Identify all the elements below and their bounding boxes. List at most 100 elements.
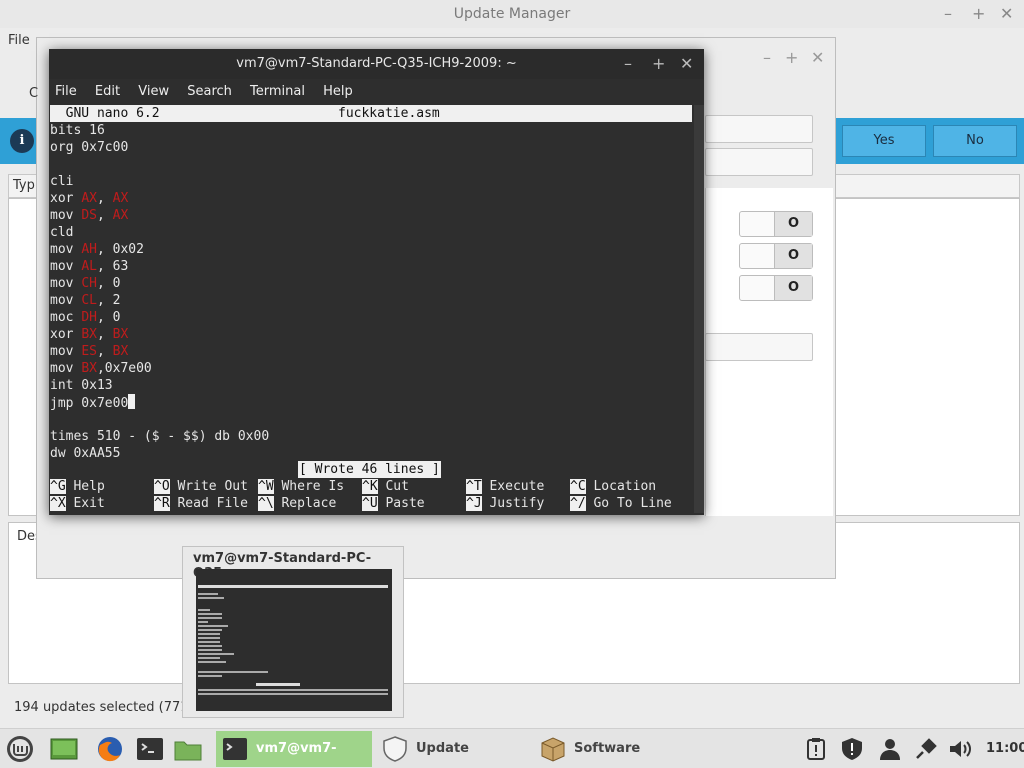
ss-toggle-2[interactable]: O: [739, 243, 813, 269]
register-token: CL: [81, 293, 97, 308]
window-preview-thumbnail[interactable]: vm7@vm7-Standard-PC-Q35-...: [182, 546, 404, 718]
code-line: bits 16: [50, 123, 105, 138]
code-line: cld: [50, 225, 74, 240]
code-line: mov BX,0x7e00: [50, 361, 152, 376]
terminal-titlebar[interactable]: vm7@vm7-Standard-PC-Q35-ICH9-2009: ~ – +…: [49, 49, 704, 79]
register-token: BX: [81, 327, 97, 342]
code-line: mov CH, 0: [50, 276, 121, 291]
minimize-icon[interactable]: –: [944, 0, 952, 28]
terminal-menu-edit[interactable]: Edit: [95, 84, 120, 99]
nano-shortcut: ^C Location: [570, 479, 657, 494]
update-shield-icon[interactable]: [840, 737, 864, 761]
code-line: mov ES, BX: [50, 344, 129, 359]
code-line: mov CL, 2: [50, 293, 121, 308]
user-icon[interactable]: [878, 737, 902, 761]
package-icon: [541, 737, 565, 762]
info-icon: i: [10, 129, 34, 153]
toggle-knob: O: [774, 276, 812, 300]
register-token: DS: [81, 208, 97, 223]
code-line: times 510 - ($ - $$) db 0x00: [50, 429, 270, 444]
task-software-sources[interactable]: Software Sources: [534, 731, 692, 767]
code-line: mov AL, 63: [50, 259, 129, 274]
terminal-menu-terminal[interactable]: Terminal: [250, 84, 305, 99]
thumb-header-bar: [198, 585, 388, 588]
nano-shortcut: ^O Write Out: [154, 479, 248, 494]
task-update-manager-label: Update Manager: [416, 741, 469, 756]
terminal-menu-search[interactable]: Search: [187, 84, 232, 99]
code-line: jmp 0x7e00: [50, 394, 136, 411]
show-desktop-icon[interactable]: [50, 735, 78, 763]
code-line: cli: [50, 174, 74, 189]
ss-toggle-1[interactable]: O: [739, 211, 813, 237]
nano-editor-screen[interactable]: GNU nano 6.2 fuckkatie.asm [ Wrote 46 lin…: [50, 105, 692, 513]
firefox-icon[interactable]: [96, 735, 124, 763]
nano-shortcut: ^R Read File: [154, 496, 248, 511]
shield-icon: [383, 736, 407, 762]
code-line: mov AH, 0x02: [50, 242, 144, 257]
terminal-menubar: File Edit View Search Terminal Help: [49, 79, 704, 105]
task-software-sources-label: Software Sources: [574, 741, 641, 756]
update-manager-titlebar[interactable]: Update Manager – + ✕: [0, 0, 1024, 28]
nano-header: GNU nano 6.2 fuckkatie.asm: [50, 105, 692, 122]
clock[interactable]: 11:00: [986, 729, 1024, 768]
nano-shortcut: ^/ Go To Line: [570, 496, 672, 511]
terminal-icon: [223, 738, 247, 760]
terminal-scrollbar[interactable]: [694, 105, 704, 513]
update-manager-title: Update Manager: [453, 6, 571, 22]
terminal-close-icon[interactable]: ✕: [680, 49, 693, 79]
code-line: int 0x13: [50, 378, 113, 393]
files-folder-icon[interactable]: [174, 735, 202, 763]
close-icon[interactable]: ✕: [1000, 0, 1013, 28]
nano-shortcut: ^\ Replace: [258, 496, 337, 511]
text-cursor: [128, 394, 136, 409]
register-token: AX: [81, 191, 97, 206]
register-token: AX: [112, 208, 129, 223]
nano-shortcut: ^K Cut: [362, 479, 409, 494]
no-button[interactable]: No: [933, 125, 1017, 157]
code-line: mov DS, AX: [50, 208, 129, 223]
nano-shortcut: ^W Where Is: [258, 479, 345, 494]
ss-field-2[interactable]: [705, 148, 813, 176]
ss-tab-fragment[interactable]: C: [29, 86, 38, 101]
thumb-message: [256, 683, 300, 686]
nano-status-message: [ Wrote 46 lines ]: [298, 461, 441, 478]
terminal-window: vm7@vm7-Standard-PC-Q35-ICH9-2009: ~ – +…: [49, 49, 704, 515]
register-token: BX: [112, 344, 129, 359]
nano-shortcut: ^T Execute: [466, 479, 545, 494]
code-line: xor AX, AX: [50, 191, 129, 206]
register-token: DH: [81, 310, 97, 325]
ss-minimize-icon[interactable]: –: [763, 48, 771, 67]
register-token: CH: [81, 276, 97, 291]
nano-shortcut: ^X Exit: [50, 496, 105, 511]
terminal-launcher-icon[interactable]: [136, 735, 164, 763]
terminal-menu-file[interactable]: File: [55, 84, 77, 99]
code-line: moc DH, 0: [50, 310, 121, 325]
ss-field-1[interactable]: [705, 115, 813, 143]
register-token: AH: [81, 242, 97, 257]
maximize-icon[interactable]: +: [972, 0, 985, 28]
task-terminal[interactable]: vm7@vm7-Stan...: [216, 731, 372, 767]
nano-filename: fuckkatie.asm: [338, 106, 440, 121]
taskbar: vm7@vm7-Stan... Update Manager Software …: [0, 728, 1024, 768]
network-icon[interactable]: [914, 737, 938, 761]
task-terminal-label: vm7@vm7-Stan...: [256, 741, 337, 756]
ss-toggle-3[interactable]: O: [739, 275, 813, 301]
task-update-manager[interactable]: Update Manager: [376, 731, 530, 767]
terminal-minimize-icon[interactable]: –: [624, 49, 632, 79]
terminal-menu-help[interactable]: Help: [323, 84, 353, 99]
yes-button[interactable]: Yes: [842, 125, 926, 157]
mint-menu-icon[interactable]: [6, 735, 34, 763]
status-text: 194 updates selected (771 M: [14, 700, 204, 715]
terminal-menu-view[interactable]: View: [138, 84, 169, 99]
ss-field-3[interactable]: [705, 333, 813, 361]
nano-shortcut: ^G Help: [50, 479, 105, 494]
clipboard-icon[interactable]: [804, 737, 828, 761]
volume-icon[interactable]: [948, 737, 972, 761]
terminal-title: vm7@vm7-Standard-PC-Q35-ICH9-2009: ~: [236, 56, 517, 71]
ss-maximize-icon[interactable]: +: [785, 48, 798, 67]
nano-shortcut: ^J Justify: [466, 496, 545, 511]
nano-shortcut: ^U Paste: [362, 496, 425, 511]
ss-close-icon[interactable]: ✕: [811, 48, 824, 67]
terminal-maximize-icon[interactable]: +: [652, 49, 665, 79]
menu-file[interactable]: File: [8, 33, 30, 48]
